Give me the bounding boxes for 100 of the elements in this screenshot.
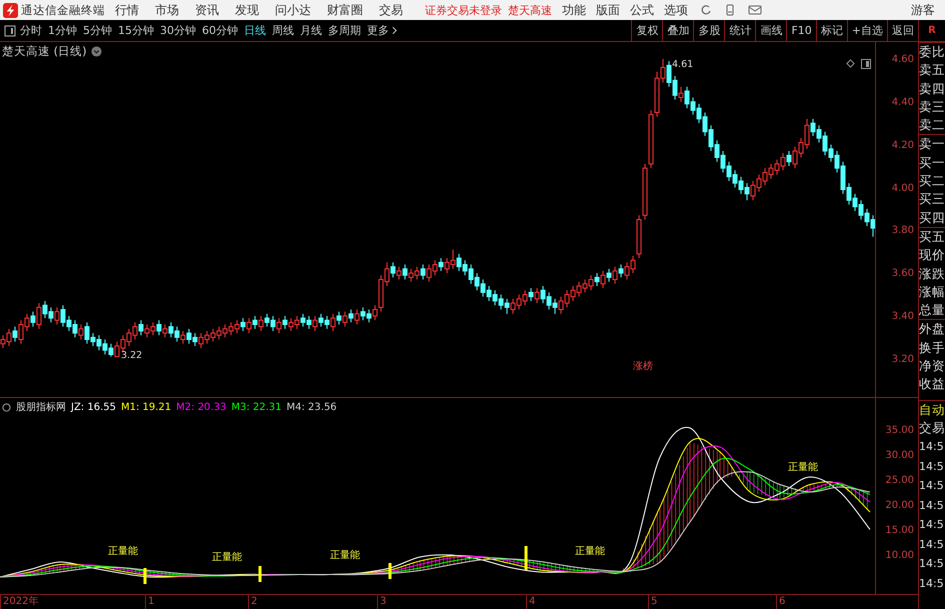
panel-toggle-icon[interactable]	[4, 24, 16, 36]
trade-time: 14:5	[919, 498, 945, 514]
menu-item[interactable]: 资讯	[195, 2, 219, 18]
toolbar-button[interactable]: 多股	[693, 20, 724, 41]
trade-time: 14:5	[919, 478, 945, 494]
toolbar-button[interactable]: +自选	[846, 20, 887, 41]
menu-item[interactable]: 交易	[379, 2, 403, 18]
price-axis-label: 3.80	[892, 225, 914, 236]
price-axis-label: 3.60	[892, 268, 914, 280]
candlestick	[534, 288, 540, 304]
price-axis-label: 3.20	[892, 354, 914, 365]
menu-item[interactable]: 公式	[630, 2, 654, 18]
signal-label: 正量能	[575, 544, 605, 558]
phone-icon[interactable]	[724, 4, 736, 16]
toolbar-button[interactable]: 标记	[816, 20, 847, 41]
quote-field-label: 买三	[919, 190, 945, 208]
signal-label: 正量能	[788, 460, 818, 474]
signal-bar	[258, 566, 262, 582]
trade-time: 14:5	[919, 576, 945, 592]
toolbar-button[interactable]: 画线	[755, 20, 786, 41]
candlestick	[396, 266, 402, 280]
menu-item[interactable]: 发现	[235, 2, 259, 18]
trade-time: 14:5	[919, 536, 945, 553]
menu-item[interactable]: 市场	[155, 2, 179, 18]
period-tab[interactable]: 30分钟	[160, 23, 196, 38]
trade-time: 14:5	[919, 439, 945, 456]
more-button[interactable]: 更多	[367, 23, 397, 38]
quote-field-label: 卖一	[919, 134, 945, 154]
menu-item[interactable]: 功能	[562, 2, 586, 18]
price-axis-label: 4.40	[892, 96, 914, 108]
candlestick	[180, 330, 186, 344]
quote-field-label: 卖二	[919, 116, 945, 134]
candlestick	[252, 315, 258, 330]
user-button[interactable]: 游客	[911, 2, 935, 18]
diamond-icon[interactable]	[846, 59, 855, 68]
period-tab[interactable]: 1分钟	[48, 23, 77, 38]
date-axis-label: 3	[377, 595, 386, 609]
toolbar-button[interactable]: 返回	[887, 20, 918, 41]
quote-field-label: 净资	[919, 357, 945, 376]
candlestick	[54, 306, 60, 326]
date-axis-label: 5	[648, 595, 658, 609]
candlestick	[30, 311, 36, 328]
menu-item[interactable]: 行情	[115, 2, 139, 18]
panel-icon[interactable]	[861, 59, 871, 69]
toolbar-button[interactable]: 叠加	[662, 20, 694, 41]
period-tab[interactable]: 分时	[20, 23, 42, 38]
period-tab[interactable]: 60分钟	[202, 23, 238, 38]
candlestick	[354, 309, 360, 326]
date-axis-label: 2	[248, 595, 258, 609]
indicator-value: M4: 23.56	[286, 402, 337, 412]
period-tab[interactable]: 多周期	[328, 23, 361, 38]
signal-label: 正量能	[330, 548, 360, 562]
candlestick	[348, 309, 354, 323]
indicator-value: M1: 19.21	[120, 402, 172, 412]
quote-field-label: 买一	[919, 154, 945, 172]
period-tab[interactable]: 日线	[244, 23, 266, 38]
settings-icon[interactable]	[2, 402, 11, 412]
candlestick	[36, 302, 42, 330]
menu-item[interactable]: 问小达	[275, 2, 311, 18]
date-axis-label: 6	[776, 595, 786, 609]
quote-field-label: 收益	[919, 375, 945, 394]
low-price-label: 3.22	[121, 350, 142, 361]
price-axis-label: 4.20	[892, 140, 914, 151]
quote-field-label: 外盘	[919, 319, 945, 339]
price-axis-label: 4.60	[892, 54, 914, 66]
trade-time: 14:5	[919, 458, 945, 475]
quote-field-label: 卖五	[919, 61, 945, 80]
toolbar-button[interactable]: F10	[786, 20, 816, 41]
trade-header: 交易	[919, 418, 945, 437]
toolbar-button[interactable]: 统计	[724, 20, 756, 41]
candlestick	[594, 272, 600, 286]
period-tab[interactable]: 5分钟	[83, 23, 112, 38]
period-tab[interactable]: 月线	[300, 23, 322, 38]
candlestick	[420, 264, 426, 280]
date-axis-label: 1	[145, 595, 154, 609]
trade-time: 14:5	[919, 556, 945, 572]
signal-bar	[388, 563, 392, 579]
menu-item[interactable]: 财富圈	[327, 2, 363, 18]
indicator-value: M3: 22.31	[231, 402, 282, 412]
chevron-icon	[392, 26, 397, 35]
period-tab[interactable]: 15分钟	[118, 23, 154, 38]
mail-icon[interactable]	[748, 4, 762, 16]
refresh-icon[interactable]	[700, 4, 712, 16]
candlestick	[786, 150, 792, 167]
signal-bar	[524, 546, 528, 570]
menu-item[interactable]: 版面	[596, 2, 620, 18]
toolbar-button[interactable]: 复权	[631, 20, 662, 41]
candlestick	[402, 264, 408, 280]
event-tag: 涨榜	[633, 359, 653, 373]
auto-label[interactable]: 自动	[919, 400, 945, 419]
corner-label: R	[918, 20, 945, 41]
candlestick	[276, 318, 282, 334]
candlestick	[138, 320, 144, 336]
date-axis-label: 4	[526, 595, 536, 609]
candlestick	[162, 324, 168, 338]
indicator-axis-label: 15.00	[885, 525, 914, 536]
signal-bar	[144, 568, 146, 584]
period-tab[interactable]: 周线	[272, 23, 294, 38]
dropdown-icon[interactable]	[90, 46, 102, 57]
menu-item[interactable]: 选项	[664, 2, 688, 18]
